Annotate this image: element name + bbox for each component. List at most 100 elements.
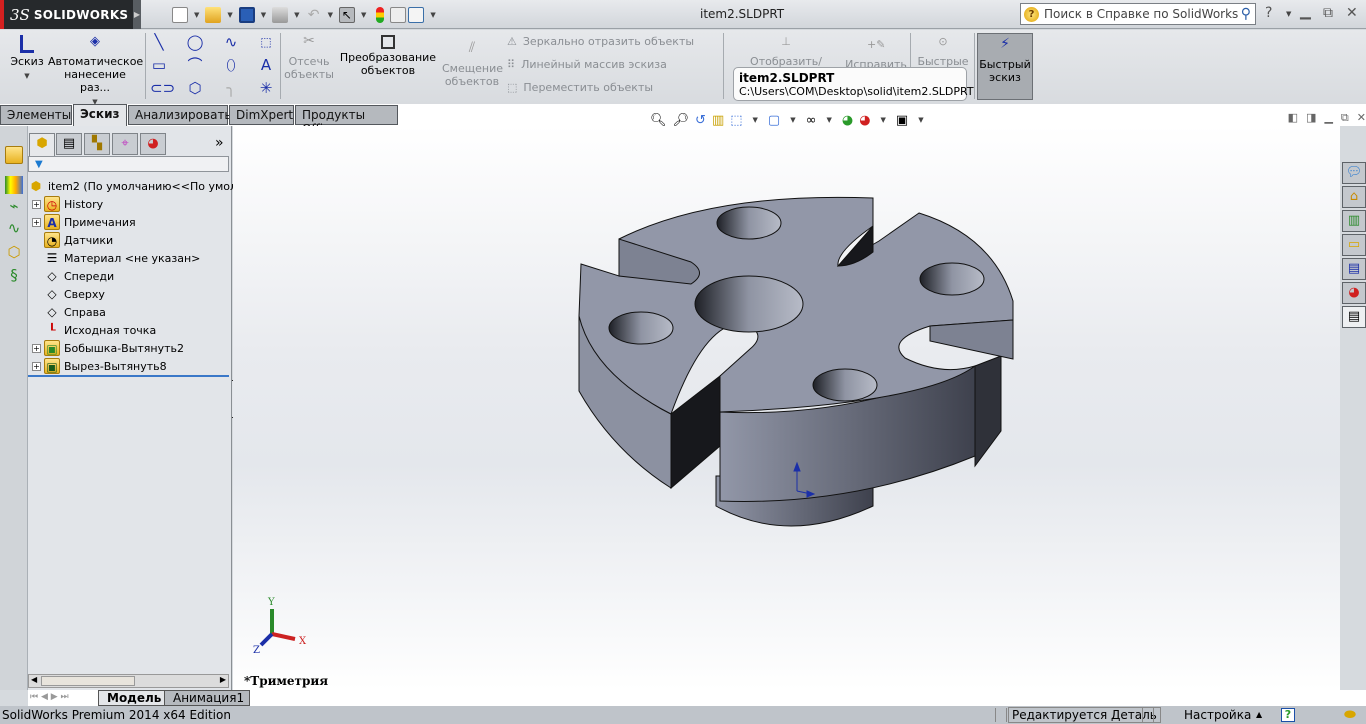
design-library-icon[interactable]: ▥ xyxy=(1342,210,1366,232)
tree-item[interactable]: ◇ Сверху xyxy=(28,285,105,303)
print-icon[interactable] xyxy=(272,7,289,23)
chevron-down-icon[interactable]: ▼ xyxy=(24,72,29,80)
mirror-entities-button[interactable]: ⚠ Зеркально отразить объекты xyxy=(507,35,694,48)
helix-icon[interactable]: § xyxy=(5,266,23,284)
tab-sketch[interactable]: Эскиз xyxy=(73,104,127,126)
tree-item[interactable]: ◔ Датчики xyxy=(28,231,113,249)
tab-office-products[interactable]: Продукты Office xyxy=(295,105,398,136)
tile-right-icon[interactable]: ◨ xyxy=(1306,111,1316,125)
trim-entities-button[interactable]: ✂ Отсечь объекты xyxy=(284,34,334,81)
chevron-up-icon[interactable]: ▲ xyxy=(1256,706,1262,724)
expand-icon[interactable]: + xyxy=(32,199,41,209)
custom-menu[interactable]: Настройка xyxy=(1184,706,1251,724)
solidworks-resources-icon[interactable]: 💬︎ xyxy=(1342,162,1366,184)
tab-nav-first-icon[interactable]: ⏮ ◀ ▶ ⏭ xyxy=(30,692,69,702)
new-document-icon[interactable] xyxy=(172,7,188,23)
menu-expand-arrow-icon[interactable]: ▶ xyxy=(133,0,141,29)
text-icon[interactable]: A xyxy=(257,56,275,74)
sketch-button[interactable]: Эскиз ▼ xyxy=(8,35,46,83)
tree-item[interactable]: ┖ Исходная точка xyxy=(28,321,156,339)
tab-configurationmanager[interactable]: ▚ xyxy=(84,133,110,155)
chevron-down-icon[interactable]: ▼ xyxy=(753,116,758,124)
tab-displaymanager[interactable]: ◕ xyxy=(140,133,166,155)
sketch-chain-icon[interactable]: ⌁ xyxy=(5,197,23,215)
polygon-icon[interactable]: ⬡ xyxy=(186,79,204,97)
home-icon[interactable]: ⌂ xyxy=(1342,186,1366,208)
tree-item[interactable]: ☰ Материал <не указан> xyxy=(28,249,201,267)
arc-icon[interactable]: ⌒ xyxy=(186,56,204,74)
appearances-icon[interactable]: ◕ xyxy=(1342,282,1366,304)
tab-featuremanager[interactable]: ⬢ xyxy=(29,133,55,157)
instant3d-icon[interactable] xyxy=(5,176,23,194)
options-icon[interactable] xyxy=(408,7,425,23)
fillet-icon[interactable]: ╮ xyxy=(222,79,240,97)
view-palette-icon[interactable]: ▤ xyxy=(1342,258,1366,280)
chevron-down-icon[interactable]: ▼ xyxy=(294,11,299,19)
tree-filter-input[interactable]: ▼ xyxy=(28,156,229,172)
tree-item[interactable]: ◇ Справа xyxy=(28,303,105,321)
chevron-down-icon[interactable]: ▼ xyxy=(227,11,232,19)
smart-dimension-button[interactable]: ◈ Автоматическое нанесение раз... ▼ xyxy=(48,35,143,109)
help-icon[interactable]: ? xyxy=(1281,708,1295,722)
horizontal-scrollbar[interactable]: ◀ ▶ xyxy=(28,674,229,688)
construction-geometry-icon[interactable]: ⬚ xyxy=(257,33,275,51)
rollback-bar[interactable] xyxy=(28,375,229,377)
part-model[interactable] xyxy=(578,196,1014,527)
search-icon[interactable]: ⚲ xyxy=(1241,6,1251,22)
doc-minimize-icon[interactable]: ▁ xyxy=(1324,111,1332,125)
chevron-down-icon[interactable]: ▼ xyxy=(361,11,366,19)
custom-properties-icon[interactable]: ▤ xyxy=(1342,306,1366,328)
chevron-down-icon[interactable]: ▼ xyxy=(328,11,333,19)
expand-icon[interactable]: + xyxy=(32,343,41,353)
scroll-thumb[interactable] xyxy=(41,676,135,686)
convert-entities-button[interactable]: Преобразование объектов xyxy=(339,35,437,77)
circle-icon[interactable]: ◯ xyxy=(186,33,204,51)
select-icon[interactable]: ↖ xyxy=(338,7,355,23)
tab-dimxpert[interactable]: DimXpert xyxy=(229,105,294,125)
tab-dimxpertmanager[interactable]: ⌖ xyxy=(112,133,138,155)
tab-evaluate[interactable]: Анализировать xyxy=(128,105,232,125)
rectangle-icon[interactable]: ▭ xyxy=(150,56,168,74)
line-icon[interactable]: ╲ xyxy=(150,33,168,51)
chevron-down-icon[interactable]: ▼ xyxy=(1286,10,1291,18)
spline-tool-icon[interactable]: ∿ xyxy=(5,219,23,237)
tab-propertymanager[interactable]: ▤ xyxy=(56,133,82,155)
chevron-down-icon[interactable]: ▼ xyxy=(918,116,923,124)
chevron-down-icon[interactable]: ▼ xyxy=(790,116,795,124)
spline-icon[interactable]: ∿ xyxy=(222,33,240,51)
chevron-down-icon[interactable]: ▼ xyxy=(881,116,886,124)
quick-sketch-button[interactable]: ⚡ Быстрый эскиз xyxy=(977,33,1033,100)
tab-model[interactable]: Модель xyxy=(98,690,170,706)
help-menu-icon[interactable]: ? xyxy=(1265,5,1272,21)
offset-entities-button[interactable]: ⫽ Смещение объектов xyxy=(442,41,503,88)
tree-item[interactable]: ◇ Спереди xyxy=(28,267,114,285)
help-search-input[interactable]: ? Поиск в Справке по SolidWorks ⚲ xyxy=(1020,3,1256,25)
chevron-down-icon[interactable]: ▼ xyxy=(826,116,831,124)
undo-icon[interactable]: ↶ xyxy=(306,7,322,23)
solidworks-logo[interactable]: 3S SOLIDWORKS xyxy=(0,0,133,29)
tree-item[interactable]: + ◷ History xyxy=(28,195,103,213)
save-icon[interactable] xyxy=(238,7,255,23)
linear-pattern-button[interactable]: ⠿ Линейный массив эскиза xyxy=(507,58,667,71)
ellipse-icon[interactable]: ⬯ xyxy=(222,56,240,74)
tag-icon[interactable]: ⬬ xyxy=(1344,706,1356,724)
expand-panel-icon[interactable]: » xyxy=(215,135,224,151)
tree-root[interactable]: ⬢ item2 (По умолчанию<<По умолчан xyxy=(28,177,258,195)
scroll-right-icon[interactable]: ▶ xyxy=(220,675,226,684)
face-curves-icon[interactable]: ⬡ xyxy=(5,243,23,261)
point-icon[interactable]: ✳ xyxy=(257,79,275,97)
doc-close-icon[interactable]: ✕ xyxy=(1357,111,1366,125)
file-explorer-icon[interactable]: ▭ xyxy=(1342,234,1366,256)
sketch-folder-icon[interactable] xyxy=(5,146,23,164)
move-entities-button[interactable]: ⬚ Переместить объекты xyxy=(507,81,653,94)
expand-icon[interactable]: + xyxy=(32,361,41,371)
tree-item[interactable]: + ▣ Вырез-Вытянуть8 xyxy=(28,357,167,375)
restore-icon[interactable]: ⧉ xyxy=(1323,5,1333,21)
close-icon[interactable]: ✕ xyxy=(1346,5,1358,21)
quick-snaps-button[interactable]: ⊙ Быстрые xyxy=(914,35,972,68)
rebuild-icon[interactable] xyxy=(376,7,385,23)
chevron-down-icon[interactable]: ▼ xyxy=(430,11,435,19)
model-view[interactable]: Y X Z xyxy=(233,126,1340,690)
slot-icon[interactable]: ⊂⊃ xyxy=(150,79,175,97)
doc-restore-icon[interactable]: ⧉ xyxy=(1341,111,1349,125)
